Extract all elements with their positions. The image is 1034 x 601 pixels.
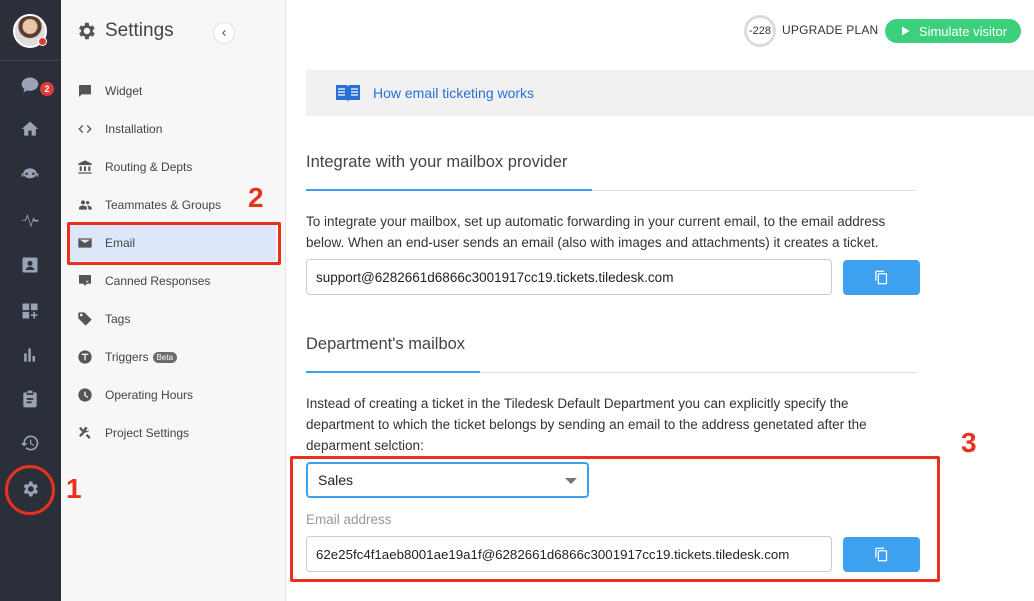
annotation-number-3: 3 — [961, 427, 977, 458]
bot-icon[interactable] — [19, 164, 41, 186]
activity-icon[interactable] — [19, 208, 41, 230]
how-it-works-link[interactable]: How email ticketing works — [373, 85, 534, 101]
department-email-field[interactable]: 62e25fc4f1aeb8001ae19a1f@6282661d6866c30… — [306, 536, 832, 572]
sidebar-title: Settings — [105, 20, 174, 41]
section-divider-accent — [306, 371, 480, 373]
copy-icon — [875, 270, 888, 285]
sidebar-item-label: Triggers — [105, 350, 149, 364]
simulate-visitor-label: Simulate visitor — [918, 23, 1008, 39]
sidebar-item-canned-responses[interactable]: Canned Responses — [68, 263, 276, 299]
bank-icon — [78, 160, 92, 174]
sidebar-item-triggers[interactable]: Triggers Beta — [68, 339, 276, 375]
analytics-icon[interactable] — [19, 344, 41, 366]
clipboard-icon[interactable] — [19, 388, 41, 410]
book-icon — [336, 85, 360, 102]
play-icon — [901, 26, 910, 36]
sidebar-item-teammates[interactable]: Teammates & Groups — [68, 187, 276, 223]
contacts-icon[interactable] — [19, 254, 41, 276]
sidebar-item-label: Email — [105, 236, 136, 250]
section-divider-accent — [306, 189, 592, 191]
support-email-field[interactable]: support@6282661d6866c3001917cc19.tickets… — [306, 259, 832, 295]
sidebar-item-operating-hours[interactable]: Operating Hours — [68, 377, 276, 413]
email-address-label: Email address — [306, 512, 392, 527]
dropdown-caret-icon — [565, 478, 577, 484]
tools-icon — [79, 426, 91, 439]
integrate-heading: Integrate with your mailbox provider — [306, 153, 568, 171]
settings-sidebar: Settings Widget Installation Routing & D… — [61, 0, 286, 601]
tag-icon — [78, 312, 92, 326]
how-it-works-banner[interactable]: How email ticketing works — [306, 70, 1034, 116]
chevron-left-icon — [222, 30, 226, 36]
beta-badge: Beta — [152, 351, 178, 363]
department-description: Instead of creating a ticket in the Tile… — [306, 396, 867, 453]
credits-counter: -228 — [744, 15, 776, 47]
department-select-value: Sales — [318, 472, 354, 488]
app-window: 2 Settings Widget Installation Routing &… — [0, 0, 1034, 601]
department-heading: Department's mailbox — [306, 335, 466, 353]
annotation-number-2: 2 — [248, 182, 264, 213]
sidebar-item-label: Teammates & Groups — [105, 198, 222, 212]
apps-icon[interactable] — [19, 300, 41, 322]
copy-department-email-button[interactable] — [843, 537, 920, 572]
sidebar-item-email[interactable]: Email — [68, 225, 276, 261]
clock-icon — [78, 388, 92, 402]
upgrade-plan-link[interactable]: UPGRADE PLAN — [782, 23, 878, 37]
sidebar-item-label: Project Settings — [105, 426, 190, 440]
triggers-icon — [78, 350, 92, 364]
rail-divider — [0, 60, 61, 61]
sidebar-item-routing[interactable]: Routing & Depts — [68, 149, 276, 185]
history-icon[interactable] — [19, 432, 41, 454]
copy-support-email-button[interactable] — [843, 260, 920, 295]
sidebar-item-label: Canned Responses — [105, 274, 211, 288]
sidebar-item-installation[interactable]: Installation — [68, 111, 276, 147]
simulate-visitor-button[interactable]: Simulate visitor — [885, 19, 1021, 43]
annotation-number-1: 1 — [66, 473, 82, 504]
chat-bubble-icon — [79, 85, 91, 97]
collapse-sidebar-button[interactable] — [213, 22, 235, 44]
notification-badge: 2 — [40, 82, 54, 96]
sidebar-item-label: Routing & Depts — [105, 160, 193, 174]
status-dot — [38, 37, 47, 46]
sidebar-item-tags[interactable]: Tags — [68, 301, 276, 337]
sidebar-item-label: Installation — [105, 122, 163, 136]
sidebar-item-widget[interactable]: Widget — [68, 73, 276, 109]
sidebar-item-label: Operating Hours — [105, 388, 194, 402]
home-icon[interactable] — [19, 118, 41, 140]
top-bar: -228 UPGRADE PLAN Simulate visitor — [286, 0, 1034, 62]
sidebar-header: Settings — [75, 20, 174, 42]
canned-responses-icon — [79, 275, 91, 286]
department-select[interactable]: Sales — [306, 462, 589, 498]
integrate-description: To integrate your mailbox, set up automa… — [306, 214, 886, 250]
mail-icon — [78, 238, 92, 248]
copy-icon — [875, 547, 888, 562]
settings-gear-icon[interactable] — [19, 478, 41, 500]
sidebar-item-label: Widget — [105, 84, 143, 98]
settings-gear-icon — [79, 22, 95, 40]
conversations-icon[interactable] — [19, 74, 41, 96]
sidebar-item-project-settings[interactable]: Project Settings — [68, 415, 276, 451]
code-icon — [78, 125, 92, 133]
people-icon — [79, 200, 92, 210]
sidebar-item-label: Tags — [105, 312, 131, 326]
icon-rail: 2 — [0, 0, 61, 601]
